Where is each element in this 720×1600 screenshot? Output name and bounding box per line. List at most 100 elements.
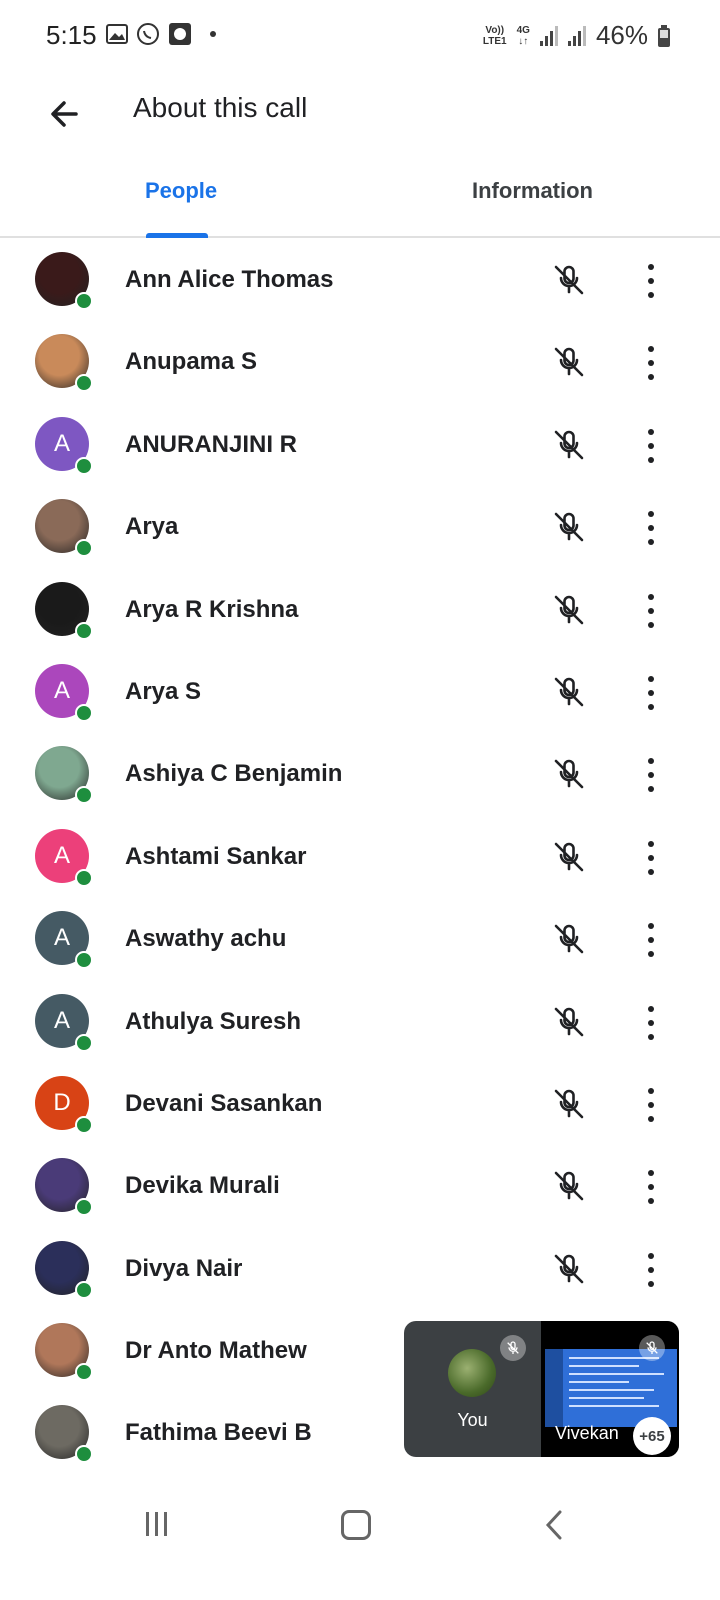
participant-row[interactable]: A ANURANJINI R	[0, 405, 720, 487]
avatar-initial: A	[53, 841, 70, 869]
online-status-dot	[75, 1280, 93, 1299]
battery-level: 46%	[595, 20, 648, 50]
more-options-icon[interactable]	[638, 758, 664, 793]
mic-off-icon	[551, 1251, 587, 1287]
mic-off-icon	[551, 344, 587, 380]
more-participants-badge[interactable]: +65	[633, 1417, 671, 1455]
participant-name: Ashiya C Benjamin	[125, 760, 343, 788]
mic-off-icon	[551, 674, 587, 710]
page-title: About this call	[133, 92, 308, 123]
system-nav-bar	[0, 1480, 720, 1600]
participant-row[interactable]: A Arya S	[0, 652, 720, 734]
participant-row[interactable]: A Athulya Suresh	[0, 982, 720, 1064]
more-options-icon[interactable]	[638, 840, 664, 875]
online-status-dot	[75, 539, 93, 558]
recents-button[interactable]	[146, 1512, 167, 1536]
more-options-icon[interactable]	[638, 1087, 664, 1122]
participant-row[interactable]: Divya Nair	[0, 1229, 720, 1311]
back-arrow-icon[interactable]	[40, 90, 88, 138]
online-status-dot	[75, 951, 93, 970]
participant-name: Athulya Suresh	[125, 1007, 302, 1035]
online-status-dot	[75, 1115, 93, 1134]
participant-name: Dr Anto Mathew	[125, 1337, 307, 1365]
status-bar: 5:15 Vo)) LTE1 4G ↓↑ 46%	[0, 0, 720, 72]
mic-off-icon	[551, 592, 587, 628]
online-status-dot	[75, 1198, 93, 1217]
online-status-dot	[75, 292, 93, 310]
participant-row[interactable]: Devika Murali	[0, 1146, 720, 1228]
participant-name: ANURANJINI R	[125, 430, 298, 458]
participant-row[interactable]: Ashiya C Benjamin	[0, 734, 720, 816]
more-options-icon[interactable]	[638, 511, 664, 546]
notification-icons	[106, 22, 216, 46]
status-time: 5:15	[46, 20, 97, 50]
participant-row[interactable]: A Ashtami Sankar	[0, 817, 720, 899]
more-options-icon[interactable]	[638, 428, 664, 463]
avatar-initial: A	[53, 924, 70, 952]
presenter-mic-off-icon	[639, 1335, 665, 1361]
more-notifications-dot	[210, 31, 216, 37]
self-view[interactable]: You	[404, 1321, 541, 1457]
online-status-dot	[75, 374, 93, 393]
participant-name: Devani Sasankan	[125, 1089, 323, 1117]
participant-name: Fathima Beevi B	[125, 1419, 312, 1447]
mic-off-icon	[551, 756, 587, 792]
mic-off-icon	[551, 427, 587, 463]
presenter-name: Vivekan	[555, 1423, 619, 1443]
system-status: Vo)) LTE1 4G ↓↑ 46%	[483, 20, 670, 51]
online-status-dot	[75, 1033, 93, 1052]
participant-row[interactable]: Anupama S	[0, 322, 720, 404]
more-options-icon[interactable]	[638, 264, 664, 298]
mic-off-icon	[551, 262, 587, 298]
mic-off-icon	[551, 1086, 587, 1122]
self-mic-off-icon	[500, 1335, 526, 1361]
volte-label: Vo))	[485, 24, 505, 36]
home-button[interactable]	[341, 1510, 371, 1540]
mic-off-icon	[551, 509, 587, 545]
avatar-initial: A	[53, 429, 70, 457]
online-status-dot	[75, 456, 93, 475]
more-options-icon[interactable]	[638, 593, 664, 628]
volte-indicator: Vo)) LTE1	[483, 25, 507, 47]
tab-people[interactable]: People	[145, 178, 217, 204]
participant-row[interactable]: Ann Alice Thomas	[0, 240, 720, 322]
app-icon	[169, 23, 191, 45]
mic-off-icon	[551, 1004, 587, 1040]
app-bar: About this call	[0, 72, 720, 156]
avatar-initial: A	[53, 1006, 70, 1034]
signal-icon-2	[567, 25, 586, 46]
participant-name: Divya Nair	[125, 1254, 243, 1282]
data-indicator: 4G ↓↑	[516, 24, 530, 47]
participant-row[interactable]: Arya R Krishna	[0, 570, 720, 652]
mic-off-icon	[551, 1168, 587, 1204]
online-status-dot	[75, 868, 93, 887]
presenter-tile[interactable]: Vivekan +65	[541, 1321, 679, 1457]
self-label: You	[457, 1410, 488, 1430]
online-status-dot	[75, 1445, 93, 1464]
more-options-icon[interactable]	[638, 675, 664, 710]
participant-row[interactable]: A Aswathy achu	[0, 899, 720, 981]
participant-name: Aswathy achu	[125, 925, 287, 953]
gallery-icon	[106, 24, 128, 44]
avatar-initial: D	[53, 1088, 71, 1116]
whatsapp-icon	[137, 23, 159, 45]
tab-information[interactable]: Information	[472, 178, 593, 204]
network-type-label: 4G	[516, 24, 530, 36]
participant-row[interactable]: Arya	[0, 487, 720, 569]
participant-name: Arya S	[125, 677, 202, 705]
more-options-icon[interactable]	[638, 346, 664, 381]
more-options-icon[interactable]	[638, 1252, 664, 1287]
avatar-initial: A	[53, 676, 70, 704]
online-status-dot	[75, 703, 93, 722]
self-avatar	[448, 1349, 496, 1397]
nav-back-icon[interactable]	[540, 1508, 570, 1542]
more-options-icon[interactable]	[638, 1005, 664, 1040]
more-options-icon[interactable]	[638, 923, 664, 958]
call-preview-tile[interactable]: You Vivekan +65	[404, 1321, 679, 1457]
lte-label: LTE1	[482, 35, 507, 47]
more-options-icon[interactable]	[638, 1170, 664, 1205]
participant-row[interactable]: D Devani Sasankan	[0, 1064, 720, 1146]
participant-name: Anupama S	[125, 348, 258, 376]
participant-name: Ashtami Sankar	[125, 842, 307, 870]
battery-icon	[658, 24, 670, 47]
